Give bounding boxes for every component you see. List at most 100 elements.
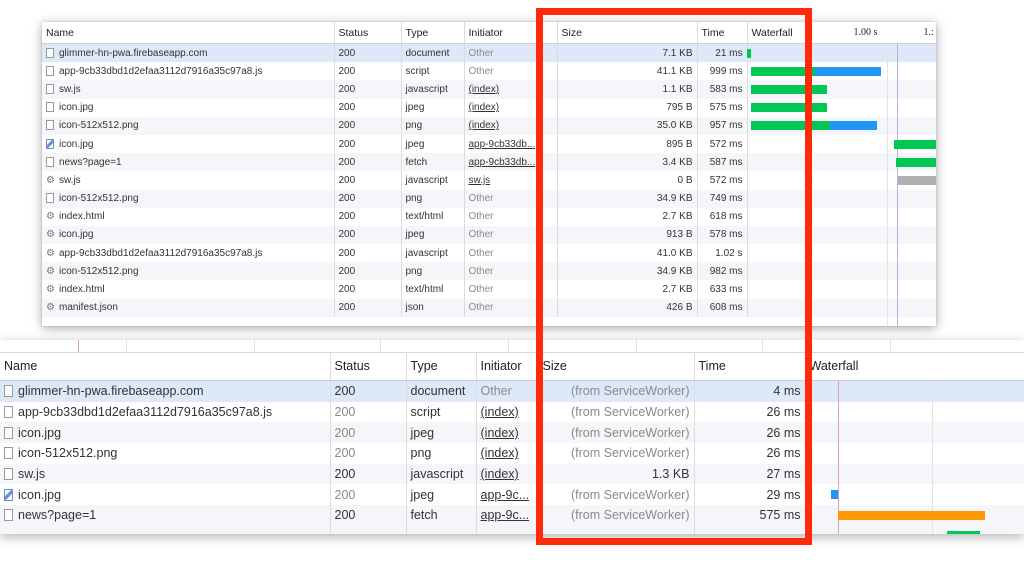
cell-type: document	[406, 380, 477, 402]
document-file-icon	[46, 102, 54, 113]
request-name: icon-512x512.png	[59, 265, 139, 277]
cell-type: javascript	[401, 80, 465, 99]
cell-name[interactable]: icon-512x512.png	[42, 116, 335, 135]
cell-type: fetch	[406, 505, 477, 526]
waterfall-bar[interactable]	[896, 158, 936, 167]
request-name: app-9cb33dbd1d2efaa3112d7916a35c97a8.js	[18, 405, 273, 420]
cell-name[interactable]: ⚙ manifest.json	[42, 298, 335, 317]
column-header-status[interactable]: Status	[334, 22, 402, 44]
waterfall-chart-bottom	[805, 381, 1024, 534]
column-header-name[interactable]: Name	[0, 352, 331, 381]
cell-name[interactable]: news?page=1	[42, 153, 335, 172]
column-header-waterfall[interactable]: Waterfall	[805, 352, 1024, 381]
cell-name[interactable]: sw.js	[0, 463, 331, 485]
document-file-icon	[4, 385, 13, 398]
cell-initiator[interactable]: app-9c...	[476, 505, 539, 526]
cell-name[interactable]: app-9cb33dbd1d2efaa3112d7916a35c97a8.js	[42, 62, 335, 81]
request-name: icon.jpg	[59, 229, 94, 241]
cell-name[interactable]: app-9cb33dbd1d2efaa3112d7916a35c97a8.js	[0, 401, 331, 423]
cell-status: 200	[334, 280, 402, 299]
cell-type: document	[401, 43, 465, 63]
request-name: icon-512x512.png	[59, 193, 139, 205]
cell-initiator[interactable]: (index)	[476, 443, 539, 464]
cell-initiator[interactable]: (index)	[476, 422, 539, 444]
request-name: sw.js	[59, 174, 81, 186]
cell-name[interactable]: ⚙ app-9cb33dbd1d2efaa3112d7916a35c97a8.js	[42, 244, 335, 263]
service-worker-gear-icon: ⚙	[46, 211, 55, 223]
cell-name[interactable]: glimmer-hn-pwa.firebaseapp.com	[0, 380, 331, 402]
service-worker-gear-icon: ⚙	[46, 229, 55, 241]
cell-status: 200	[330, 401, 407, 423]
cell-status: 200	[330, 380, 407, 402]
cell-status: 200	[334, 225, 402, 245]
cell-status: 200	[334, 134, 402, 154]
cell-type: png	[406, 443, 477, 464]
service-worker-gear-icon: ⚙	[46, 265, 55, 277]
cell-type: png	[401, 116, 465, 135]
cell-name[interactable]: icon.jpg	[42, 134, 335, 154]
cell-name[interactable]: ⚙ sw.js	[42, 171, 335, 190]
request-name: manifest.json	[59, 302, 118, 314]
image-file-icon	[4, 488, 13, 501]
cell-name[interactable]: sw.js	[42, 80, 335, 99]
cell-name[interactable]: ⚙ icon-512x512.png	[42, 262, 335, 281]
cell-empty	[406, 525, 477, 534]
service-worker-gear-icon: ⚙	[46, 302, 55, 314]
cell-type: png	[401, 189, 465, 208]
network-panel-bottom: Name Status Type Initiator Size Time Wat…	[0, 340, 1024, 534]
column-header-status[interactable]: Status	[330, 352, 407, 381]
cell-type: text/html	[401, 280, 465, 299]
cell-status: 200	[334, 189, 402, 208]
waterfall-bar[interactable]	[831, 490, 838, 499]
cell-name[interactable]: ⚙ icon.jpg	[42, 225, 335, 245]
cell-type: javascript	[401, 171, 465, 190]
request-name: sw.js	[18, 467, 46, 482]
cell-status: 200	[330, 484, 407, 506]
cell-type: json	[401, 298, 465, 317]
cell-status: 200	[334, 153, 402, 172]
cell-name[interactable]: ⚙ index.html	[42, 207, 335, 226]
cell-name[interactable]: news?page=1	[0, 505, 331, 526]
cell-name[interactable]: icon-512x512.png	[42, 189, 335, 208]
cell-initiator[interactable]: (index)	[476, 463, 539, 485]
waterfall-bar[interactable]	[830, 121, 877, 130]
cell-type: jpeg	[406, 484, 477, 506]
waterfall-gridline	[887, 44, 888, 326]
column-header-type[interactable]: Type	[406, 352, 477, 381]
cell-name[interactable]: glimmer-hn-pwa.firebaseapp.com	[42, 43, 335, 63]
cell-type: jpeg	[401, 98, 465, 117]
column-header-name[interactable]: Name	[42, 22, 335, 44]
cell-name[interactable]: icon.jpg	[42, 98, 335, 117]
column-header-initiator[interactable]: Initiator	[476, 352, 539, 381]
cell-initiator[interactable]: (index)	[476, 401, 539, 423]
document-file-icon	[46, 156, 54, 167]
cell-name[interactable]: icon-512x512.png	[0, 443, 331, 464]
cell-status: 200	[334, 262, 402, 281]
cell-type: jpeg	[401, 225, 465, 245]
cell-name[interactable]: icon.jpg	[0, 484, 331, 506]
column-header-type[interactable]: Type	[401, 22, 465, 44]
document-file-icon	[4, 468, 13, 481]
cell-initiator[interactable]: app-9c...	[476, 484, 539, 506]
document-file-icon	[4, 406, 13, 419]
cell-name[interactable]: icon.jpg	[0, 422, 331, 444]
document-file-icon	[46, 120, 54, 131]
request-name: index.html	[59, 211, 105, 223]
cell-type: jpeg	[401, 134, 465, 154]
waterfall-bar[interactable]	[815, 67, 881, 76]
request-name: icon.jpg	[18, 425, 62, 440]
cell-status: 200	[334, 171, 402, 190]
request-name: glimmer-hn-pwa.firebaseapp.com	[59, 47, 208, 59]
cell-type: javascript	[401, 244, 465, 263]
waterfall-bar[interactable]	[947, 531, 980, 534]
cell-status: 200	[330, 463, 407, 485]
document-file-icon	[4, 509, 13, 522]
waterfall-bar[interactable]	[894, 140, 936, 149]
cell-type: fetch	[401, 153, 465, 172]
waterfall-bar[interactable]	[838, 511, 985, 520]
document-file-icon	[4, 426, 13, 439]
cell-name[interactable]: ⚙ index.html	[42, 280, 335, 299]
request-name: app-9cb33dbd1d2efaa3112d7916a35c97a8.js	[59, 65, 263, 77]
cell-status: 200	[330, 443, 407, 464]
waterfall-bar[interactable]	[898, 176, 936, 185]
